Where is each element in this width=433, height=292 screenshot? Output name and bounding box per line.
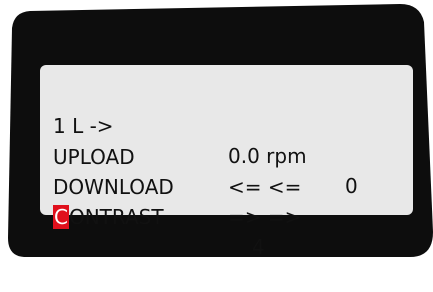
lcd-screen: 1 L -> 0.0 rpm 0 UPLOAD <= <= DOWNLOAD =… — [40, 65, 413, 259]
contrast-label-rest: ONTRAST — [68, 205, 164, 229]
menu-item-contrast[interactable]: CONTRAST 4 — [53, 172, 265, 259]
contrast-value[interactable]: 4 — [252, 232, 265, 262]
status-value: 0 — [345, 174, 358, 198]
menu-item-upload[interactable]: UPLOAD <= <= — [53, 112, 301, 199]
upload-arrows: <= <= — [228, 175, 302, 199]
status-row: 1 L -> 0.0 rpm 0 — [53, 81, 358, 198]
menu-item-download[interactable]: DOWNLOAD => => — [53, 142, 301, 229]
contrast-label: CONTRAST — [53, 202, 164, 232]
control-panel: 1 L -> 0.0 rpm 0 UPLOAD <= <= DOWNLOAD =… — [0, 0, 433, 259]
edit-cursor: C — [53, 205, 69, 229]
speed-readout: 0.0 rpm — [228, 144, 307, 168]
download-arrows: => => — [228, 205, 302, 229]
